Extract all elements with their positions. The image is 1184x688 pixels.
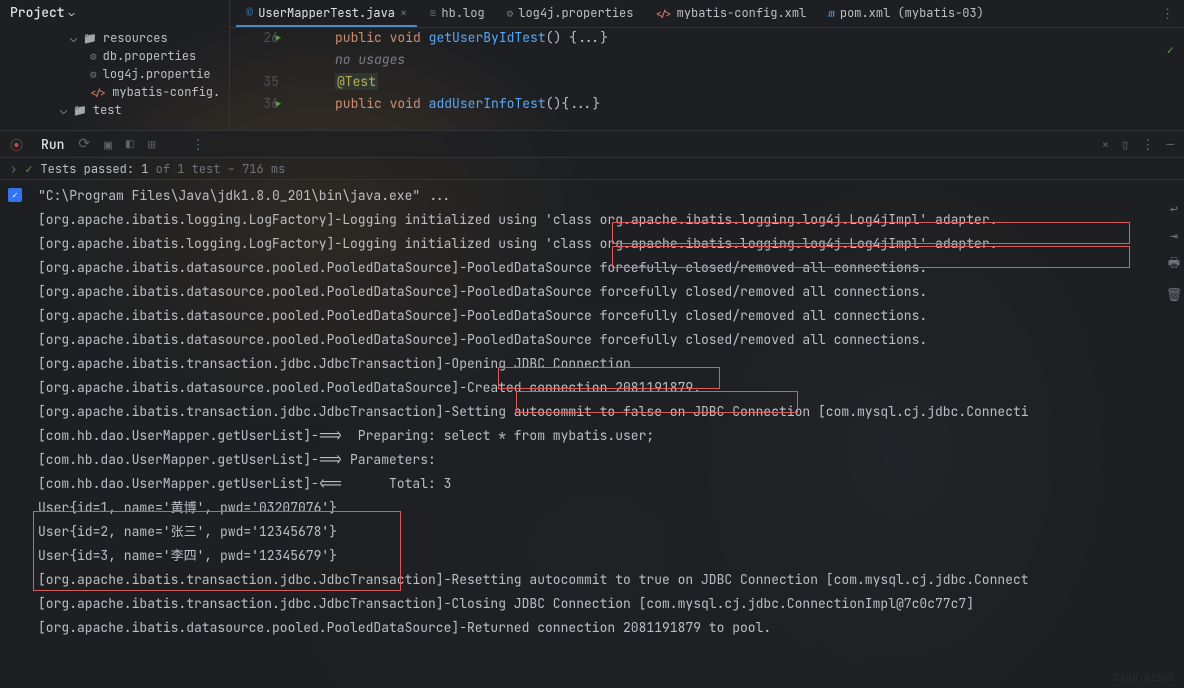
gutter: 26 35 36 bbox=[230, 28, 295, 130]
console-line: [org.apache.ibatis.transaction.jdbc.Jdbc… bbox=[38, 400, 1184, 424]
maven-icon bbox=[828, 5, 835, 21]
gear-icon bbox=[90, 48, 97, 64]
editor-tabs: UserMapperTest.java× hb.log log4j.proper… bbox=[230, 0, 1184, 28]
code-editor[interactable]: 26 35 36 public void getUserByIdTest() {… bbox=[230, 28, 1184, 130]
bookmark-icon[interactable] bbox=[8, 188, 22, 202]
inspection-check-icon[interactable] bbox=[1167, 40, 1174, 60]
stop-icon[interactable]: ▣ bbox=[104, 136, 112, 153]
console-line: [org.apache.ibatis.logging.LogFactory]-L… bbox=[38, 232, 1184, 256]
tree-folder-test[interactable]: test bbox=[0, 101, 229, 119]
minimize-icon[interactable]: — bbox=[1166, 136, 1174, 153]
console-line: User{id=3, name='李四', pwd='12345679'} bbox=[38, 544, 1184, 568]
close-panel-icon[interactable]: × bbox=[1102, 136, 1110, 153]
run-toolbar: ⦿ Run ▣ ◧ ⊞ × — bbox=[0, 130, 1184, 158]
project-sidebar: Project⌄ resources db.properties log4j.p… bbox=[0, 0, 230, 130]
check-icon bbox=[25, 161, 32, 177]
tab-log4j[interactable]: log4j.properties bbox=[497, 0, 644, 27]
console-line: [org.apache.ibatis.transaction.jdbc.Jdbc… bbox=[38, 352, 1184, 376]
delete-icon[interactable]: 🗑 bbox=[1166, 286, 1183, 303]
console-line: [com.hb.dao.UserMapper.getUserList]-==> … bbox=[38, 424, 1184, 448]
more-icon[interactable] bbox=[192, 136, 205, 153]
gear-icon bbox=[507, 5, 514, 21]
close-icon[interactable]: × bbox=[400, 5, 407, 21]
folder-icon bbox=[73, 102, 87, 118]
debug-pane-icon[interactable]: ⦿ bbox=[10, 135, 23, 154]
tree-folder-resources[interactable]: resources bbox=[0, 29, 229, 47]
layout-split-icon[interactable] bbox=[1121, 136, 1129, 153]
toggle-icon[interactable]: ◧ bbox=[126, 136, 134, 153]
chevron-down-icon bbox=[70, 30, 77, 46]
tab-pom[interactable]: pom.xml (mybatis-03) bbox=[818, 0, 994, 27]
chevron-down-icon: ⌄ bbox=[69, 6, 75, 19]
console-line: [com.hb.dao.UserMapper.getUserList]-==> … bbox=[38, 448, 1184, 472]
console-line: "C:\Program Files\Java\jdk1.8.0_201\bin\… bbox=[38, 184, 1184, 208]
console-line: [org.apache.ibatis.datasource.pooled.Poo… bbox=[38, 304, 1184, 328]
expand-icon[interactable] bbox=[10, 161, 17, 177]
tree-file-log4j-properties[interactable]: log4j.propertie bbox=[0, 65, 229, 83]
console-line: [org.apache.ibatis.logging.LogFactory]-L… bbox=[38, 208, 1184, 232]
more-icon[interactable] bbox=[1141, 136, 1154, 153]
console-line: [org.apache.ibatis.datasource.pooled.Poo… bbox=[38, 376, 1184, 400]
tab-mybatis-config[interactable]: mybatis-config.xml bbox=[645, 0, 816, 27]
console-line: [org.apache.ibatis.transaction.jdbc.Jdbc… bbox=[38, 568, 1184, 592]
tests-passed-label: Tests passed: 1 of 1 test – 716 ms bbox=[40, 161, 285, 177]
folder-icon bbox=[83, 30, 97, 46]
console-line: [org.apache.ibatis.datasource.pooled.Poo… bbox=[38, 328, 1184, 352]
more-tabs-icon[interactable]: ⋮ bbox=[1151, 5, 1184, 22]
layout-icon[interactable]: ⊞ bbox=[148, 136, 156, 153]
class-icon bbox=[246, 5, 253, 21]
console-line: [com.hb.dao.UserMapper.getUserList]-<== … bbox=[38, 472, 1184, 496]
gear-icon bbox=[90, 66, 97, 82]
tree-file-mybatis-config[interactable]: mybatis-config. bbox=[0, 83, 229, 101]
console-line: [org.apache.ibatis.transaction.jdbc.Jdbc… bbox=[38, 592, 1184, 616]
tree-file-db-properties[interactable]: db.properties bbox=[0, 47, 229, 65]
soft-wrap-icon[interactable]: ↩ bbox=[1170, 200, 1178, 217]
console-line: [org.apache.ibatis.datasource.pooled.Poo… bbox=[38, 616, 1184, 640]
right-gutter: ↩ ⇥ 🖶 🗑 bbox=[1164, 200, 1184, 303]
console-output[interactable]: "C:\Program Files\Java\jdk1.8.0_201\bin\… bbox=[0, 180, 1184, 688]
project-header[interactable]: Project⌄ bbox=[0, 0, 229, 25]
console-line: [org.apache.ibatis.datasource.pooled.Poo… bbox=[38, 280, 1184, 304]
xml-icon bbox=[655, 5, 671, 21]
text-icon bbox=[429, 5, 436, 21]
tab-usermappertest[interactable]: UserMapperTest.java× bbox=[236, 0, 417, 27]
tests-status-bar: Tests passed: 1 of 1 test – 716 ms bbox=[0, 158, 1184, 180]
console-line: User{id=2, name='张三', pwd='12345678'} bbox=[38, 520, 1184, 544]
rerun-icon[interactable] bbox=[78, 135, 90, 153]
scroll-end-icon[interactable]: ⇥ bbox=[1170, 227, 1178, 244]
run-label: Run bbox=[41, 136, 64, 153]
print-icon[interactable]: 🖶 bbox=[1168, 254, 1180, 276]
chevron-down-icon bbox=[60, 102, 67, 118]
console-line: [org.apache.ibatis.datasource.pooled.Poo… bbox=[38, 256, 1184, 280]
xml-icon bbox=[90, 84, 106, 100]
tab-hblog[interactable]: hb.log bbox=[419, 0, 494, 27]
console-line: User{id=1, name='黄博', pwd='03207076'} bbox=[38, 496, 1184, 520]
